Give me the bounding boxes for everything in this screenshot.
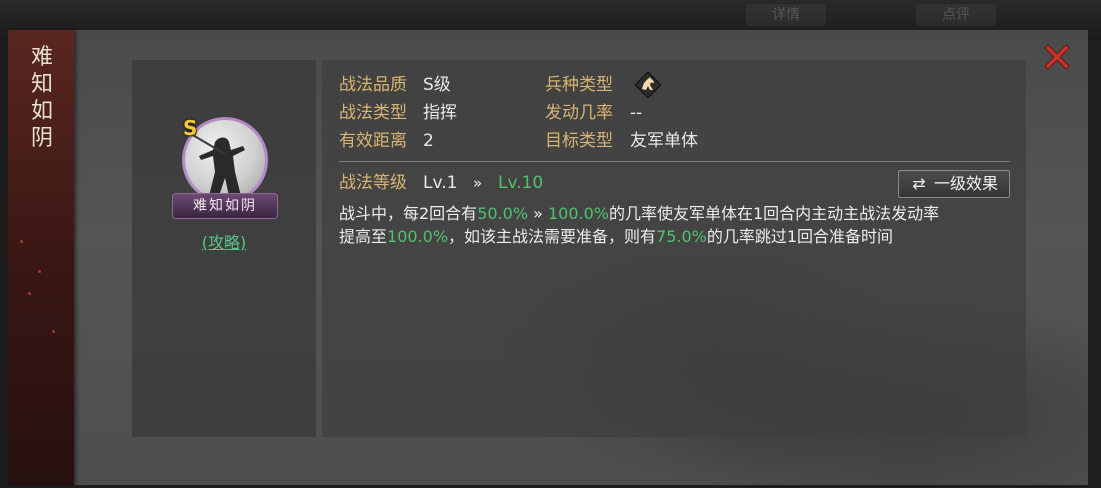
level-from: Lv.1 — [423, 173, 458, 193]
quality-value: S级 — [423, 75, 451, 95]
grade-badge: S — [183, 116, 198, 140]
section-divider — [339, 161, 1010, 162]
close-icon[interactable] — [1040, 40, 1074, 74]
skill-description: 战斗中，每2回合有50.0% » 100.0%的几率使友军单体在1回合内主动主战… — [339, 202, 1019, 248]
desc-value: 100.0% — [547, 204, 609, 223]
desc-text: 提高至 — [339, 227, 388, 246]
troop-type-label: 兵种类型 — [545, 75, 613, 95]
desc-value: 50.0% — [477, 204, 529, 223]
ember-decoration — [52, 330, 55, 333]
effect-button-label: 一级效果 — [933, 174, 998, 193]
cavalry-horse-icon — [634, 71, 662, 99]
level-effect-button[interactable]: ⇄ 一级效果 — [898, 170, 1010, 198]
quality-label: 战法品质 — [339, 75, 407, 95]
swap-arrows-icon: ⇄ — [912, 174, 926, 193]
target-type-value: 友军单体 — [630, 131, 698, 151]
desc-text: 的几率跳过1回合准备时间 — [706, 227, 894, 246]
desc-arrow: » — [528, 204, 548, 223]
level-arrow-icon: » — [473, 174, 483, 192]
background-tab-details: 详情 — [746, 4, 826, 26]
skill-name-plate: 难知如阴 — [172, 193, 278, 219]
background-tab-reviews: 点评 — [916, 4, 996, 26]
vertical-skill-title: 难知如阴 — [30, 45, 53, 151]
ember-decoration — [20, 240, 23, 243]
desc-text: 的几率使友军单体在1回合内主动主战法发动率 — [609, 204, 940, 223]
type-value: 指挥 — [423, 103, 457, 123]
ember-decoration — [38, 270, 41, 273]
level-label: 战法等级 — [339, 173, 407, 193]
desc-text: 战斗中，每2回合有 — [339, 204, 478, 223]
level-to: Lv.10 — [498, 173, 544, 193]
desc-value: 100.0% — [387, 227, 449, 246]
range-label: 有效距离 — [339, 131, 407, 151]
trigger-rate-value: -- — [630, 103, 643, 123]
guide-link[interactable]: (攻略) — [192, 229, 256, 253]
desc-value: 75.0% — [656, 227, 707, 246]
trigger-rate-label: 发动几率 — [545, 103, 613, 123]
range-value: 2 — [423, 131, 434, 151]
target-type-label: 目标类型 — [545, 131, 613, 151]
ember-decoration — [28, 292, 31, 295]
desc-text: ，如该主战法需要准备，则有 — [448, 227, 657, 246]
type-label: 战法类型 — [339, 103, 407, 123]
